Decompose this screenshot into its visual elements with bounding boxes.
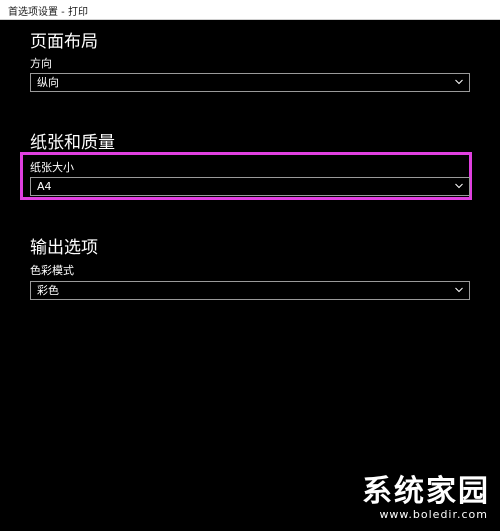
orientation-value: 纵向 bbox=[37, 76, 59, 89]
chevron-down-icon bbox=[455, 183, 463, 189]
page-layout-heading: 页面布局 bbox=[30, 32, 98, 52]
orientation-label: 方向 bbox=[30, 57, 52, 70]
title-bar: 首选项设置 - 打印 bbox=[0, 0, 500, 20]
paper-size-select[interactable]: A4 bbox=[30, 177, 470, 196]
paper-size-label: 纸张大小 bbox=[30, 161, 74, 174]
preferences-window: 首选项设置 - 打印 页面布局 方向 纵向 纸张和质量 纸张大小 A4 输出选项… bbox=[0, 0, 500, 531]
color-mode-select[interactable]: 彩色 bbox=[30, 281, 470, 300]
window-title: 首选项设置 - 打印 bbox=[8, 7, 88, 18]
color-mode-value: 彩色 bbox=[37, 284, 59, 297]
output-options-heading: 输出选项 bbox=[30, 238, 98, 258]
chevron-down-icon bbox=[455, 287, 463, 293]
orientation-select[interactable]: 纵向 bbox=[30, 73, 470, 92]
paper-size-value: A4 bbox=[37, 180, 52, 193]
site-watermark: 系统家园 www.boledir.com bbox=[310, 475, 490, 525]
chevron-down-icon bbox=[455, 79, 463, 85]
watermark-text: 系统家园 bbox=[362, 474, 490, 509]
paper-quality-heading: 纸张和质量 bbox=[30, 133, 115, 153]
color-mode-label: 色彩模式 bbox=[30, 264, 74, 277]
watermark-url: www.boledir.com bbox=[379, 508, 488, 521]
